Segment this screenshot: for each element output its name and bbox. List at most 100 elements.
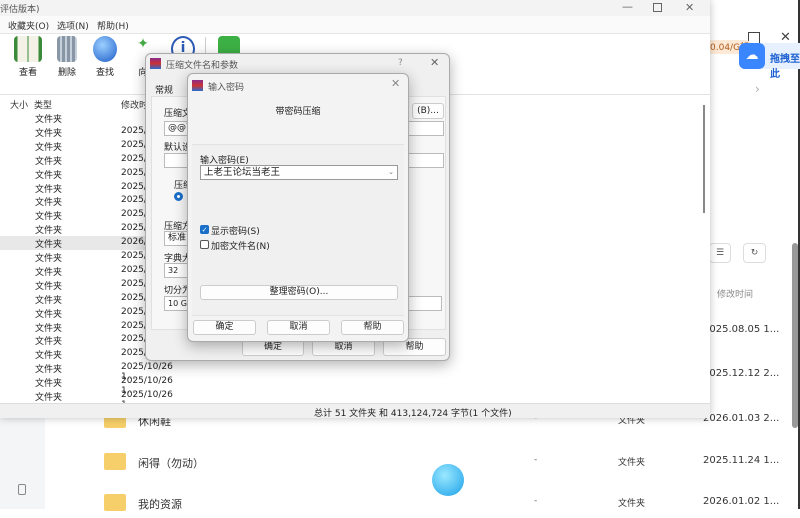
item-type: 文件夹: [618, 499, 646, 509]
file-row[interactable]: 文件夹 2025/: [0, 222, 148, 236]
column-type[interactable]: 类型: [34, 98, 52, 111]
format-radio[interactable]: [174, 192, 183, 201]
tab-general[interactable]: 常规: [155, 83, 173, 96]
status-text: 总计 51 文件夹 和 413,124,724 字节(1 个文件): [314, 409, 512, 419]
file-modified: 2025/: [121, 209, 147, 220]
item-modified: 2025.08.05 1...: [703, 324, 780, 335]
file-row[interactable]: 文件夹 2025/: [0, 194, 148, 208]
item-size: -: [534, 496, 538, 506]
chevron-right-icon[interactable]: ›: [755, 82, 760, 96]
window-title: 评估版本): [0, 5, 40, 15]
file-type: 文件夹: [35, 254, 63, 264]
file-modified: 2025/: [121, 139, 147, 150]
file-row[interactable]: 文件夹 2025/: [0, 167, 148, 181]
file-modified: 2025/: [121, 264, 147, 275]
title-bar: 评估版本) — ✕: [0, 0, 710, 16]
file-type: 文件夹: [35, 240, 63, 251]
file-modified: 2025/: [121, 306, 147, 317]
chevron-down-icon[interactable]: ⌄: [388, 166, 394, 179]
file-type: 文件夹: [35, 170, 63, 181]
file-type: 文件夹: [35, 365, 63, 376]
file-modified: 2025/: [121, 278, 147, 289]
file-row[interactable]: 文件夹 2025/: [0, 347, 148, 361]
file-type: 文件夹: [35, 184, 63, 195]
maximize-button[interactable]: [653, 3, 662, 12]
file-type: 文件夹: [35, 351, 63, 362]
refresh-icon[interactable]: ↻: [743, 243, 766, 263]
file-modified: 2025/: [121, 153, 147, 164]
scrollbar[interactable]: [792, 243, 798, 428]
trash-icon: [57, 36, 77, 62]
item-modified: 2026.01.02 1...: [703, 496, 780, 507]
file-row[interactable]: 文件夹2025/10/26 1...: [0, 375, 173, 396]
file-type: 文件夹: [35, 281, 63, 292]
close-icon[interactable]: ✕: [391, 77, 400, 90]
file-modified: 2025/: [121, 348, 147, 359]
file-modified: 2025/: [121, 292, 147, 303]
column-size[interactable]: 大小: [10, 98, 28, 111]
find-button[interactable]: 查找: [87, 36, 123, 78]
find-label: 查找: [95, 68, 114, 78]
item-name: 我的资源: [138, 498, 182, 511]
file-row[interactable]: 文件夹2025/10/26 1...: [0, 389, 173, 410]
delete-button[interactable]: 删除: [49, 36, 85, 78]
password-value: 上老王论坛当老王: [204, 167, 281, 178]
menu-help[interactable]: 帮助(H): [97, 19, 129, 32]
view-button[interactable]: 查看: [10, 36, 46, 78]
browse-button[interactable]: (B)...: [412, 103, 444, 119]
ok-button[interactable]: 确定: [193, 320, 256, 335]
close-icon[interactable]: ✕: [430, 56, 439, 69]
menu-bar: 收藏夹(O) 选项(N) 帮助(H): [0, 16, 710, 34]
menu-options[interactable]: 选项(N): [57, 19, 89, 32]
file-row[interactable]: 文件夹 2025/: [0, 125, 148, 139]
file-row[interactable]: 文件夹2025/10/26 1...: [0, 361, 173, 382]
file-type: 文件夹: [35, 212, 63, 223]
winrar-icon: [150, 58, 161, 69]
file-row[interactable]: 文件夹 2025/: [0, 208, 148, 222]
file-type: 文件夹: [35, 128, 63, 139]
column-modified[interactable]: 修改时: [121, 98, 148, 111]
file-row[interactable]: 文件夹 2025/: [0, 153, 148, 167]
cancel-button[interactable]: 取消: [267, 320, 330, 335]
password-input[interactable]: 上老王论坛当老王 ⌄: [200, 165, 398, 180]
file-type: 文件夹: [35, 156, 63, 167]
item-name: 闲得（勿动）: [138, 457, 204, 470]
list-view-icon[interactable]: ☰: [709, 243, 731, 263]
file-row[interactable]: 文件夹 2026/: [0, 236, 148, 251]
file-type: 文件夹: [35, 295, 63, 306]
file-row[interactable]: 文件夹 2025/: [0, 278, 148, 292]
file-row[interactable]: 文件夹 2025/: [0, 306, 148, 320]
file-row[interactable]: 文件夹: [0, 111, 148, 125]
item-modified: 2026.01.03 2...: [703, 413, 780, 424]
minimize-button[interactable]: —: [622, 0, 633, 13]
help-icon[interactable]: ?: [398, 58, 403, 68]
file-row[interactable]: 文件夹 2025/: [0, 250, 148, 264]
menu-favorites[interactable]: 收藏夹(O): [8, 19, 49, 32]
file-type: 文件夹: [35, 226, 63, 237]
file-row[interactable]: 文件夹 2025/: [0, 181, 148, 195]
checkbox-checked-icon: ✓: [200, 225, 209, 234]
file-row[interactable]: 文件夹 2025/: [0, 139, 148, 153]
column-modified: 修改时间: [717, 290, 754, 300]
sidebar: [0, 418, 45, 509]
delete-label: 删除: [57, 68, 76, 78]
file-type: 文件夹: [35, 309, 63, 320]
assistant-mascot-icon[interactable]: [432, 464, 464, 496]
file-row[interactable]: 文件夹 2025/: [0, 292, 148, 306]
scrollbar[interactable]: [703, 105, 705, 213]
drag-upload-button[interactable]: ☁ 拖拽至此: [739, 43, 800, 80]
file-modified: 2025/: [121, 181, 147, 192]
device-icon[interactable]: [18, 484, 26, 495]
organize-passwords-button[interactable]: 整理密码(O)...: [200, 285, 398, 300]
checkbox-unchecked-icon: [200, 240, 209, 249]
show-password-label: 显示密码(S): [211, 227, 260, 237]
file-row[interactable]: 文件夹 2025/: [0, 320, 148, 334]
file-type: 文件夹: [35, 142, 63, 153]
dialog-title: 输入密码: [208, 83, 245, 93]
help-button[interactable]: 帮助: [341, 320, 404, 335]
item-type: 文件夹: [618, 458, 646, 468]
file-type: 文件夹: [35, 379, 63, 390]
close-button[interactable]: ✕: [685, 1, 694, 14]
file-row[interactable]: 文件夹 2025/: [0, 333, 148, 347]
file-row[interactable]: 文件夹 2025/: [0, 264, 148, 278]
